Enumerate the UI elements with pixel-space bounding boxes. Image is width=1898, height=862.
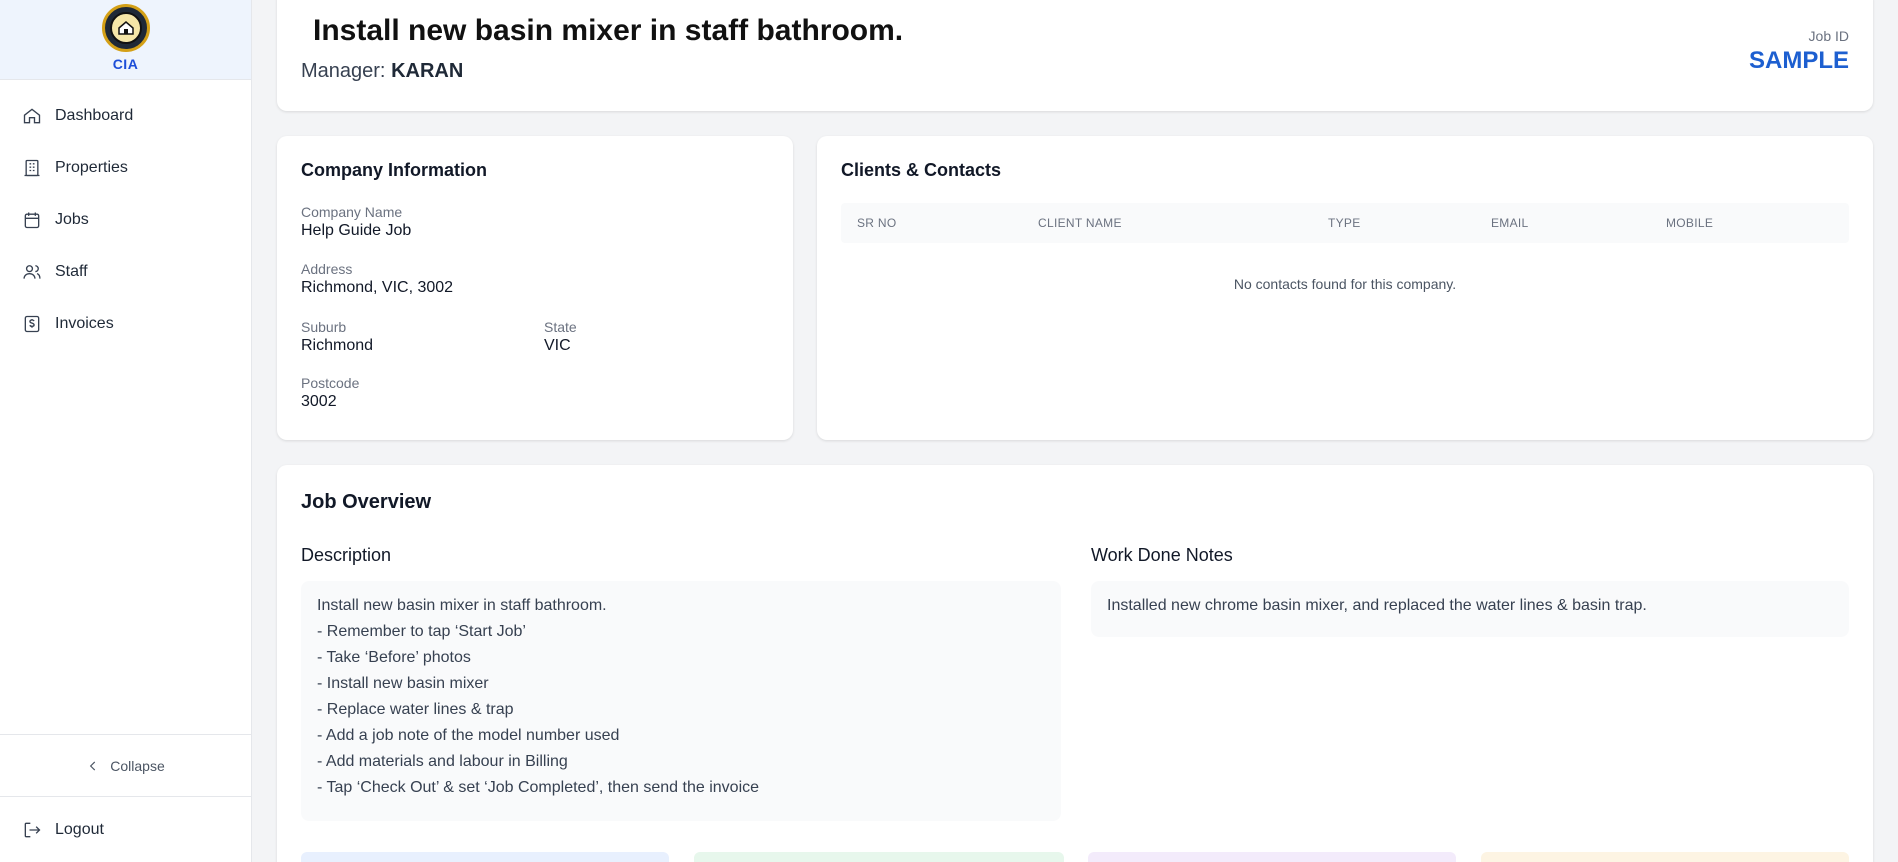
description-line: - Add a job note of the model number use… bbox=[317, 727, 620, 744]
stat-tile bbox=[1481, 852, 1849, 862]
home-icon bbox=[23, 108, 41, 124]
column-header-mobile[interactable]: MOBILE bbox=[1666, 216, 1713, 230]
stat-tile bbox=[301, 852, 669, 862]
column-header-email[interactable]: EMAIL bbox=[1491, 216, 1529, 230]
empty-contacts-message: No contacts found for this company. bbox=[1233, 276, 1457, 292]
postcode-field: Postcode 3002 bbox=[301, 375, 359, 411]
description-line: - Replace water lines & trap bbox=[317, 701, 514, 718]
logo-inner bbox=[109, 12, 142, 44]
field-value: 3002 bbox=[301, 393, 337, 410]
company-seal-logo[interactable] bbox=[101, 4, 150, 52]
page-title: Install new basin mixer in staff bathroo… bbox=[313, 14, 904, 47]
brand-area: CIA bbox=[0, 0, 251, 80]
sidebar-item-label: Dashboard bbox=[55, 107, 134, 124]
address-field: Address Richmond, VIC, 3002 bbox=[301, 261, 453, 297]
field-label: State bbox=[544, 319, 577, 335]
stat-tile bbox=[1088, 852, 1456, 862]
description-line: - Add materials and labour in Billing bbox=[317, 753, 568, 770]
description-line: - Remember to tap ‘Start Job’ bbox=[317, 623, 526, 640]
sidebar-nav: Dashboard Properties Jobs Staff Invoices bbox=[0, 80, 251, 734]
company-info-card: Company Information Company Name Help Gu… bbox=[277, 136, 793, 440]
field-value: Richmond, VIC, 3002 bbox=[301, 279, 454, 296]
stat-tile bbox=[694, 852, 1064, 862]
description-line: - Take ‘Before’ photos bbox=[317, 649, 471, 666]
sidebar-item-label: Invoices bbox=[55, 315, 114, 332]
work-notes-box: Installed new chrome basin mixer, and re… bbox=[1091, 581, 1849, 637]
field-value: VIC bbox=[544, 337, 571, 354]
job-overview-title: Job Overview bbox=[301, 491, 432, 513]
work-notes-title: Work Done Notes bbox=[1091, 545, 1233, 565]
collapse-button[interactable]: Collapse bbox=[0, 734, 251, 796]
job-header-card: Install new basin mixer in staff bathroo… bbox=[277, 0, 1873, 111]
job-id-value: SAMPLE bbox=[1748, 47, 1849, 74]
sidebar-item-label: Staff bbox=[55, 263, 88, 280]
manager-name: KARAN bbox=[391, 60, 464, 82]
logout-button[interactable]: Logout bbox=[0, 796, 251, 862]
invoice-icon bbox=[24, 315, 40, 333]
description-line: Install new basin mixer in staff bathroo… bbox=[317, 597, 607, 614]
column-header-client-name[interactable]: CLIENT NAME bbox=[1038, 216, 1122, 230]
job-overview-card: Job Overview Description Install new bas… bbox=[277, 465, 1873, 862]
field-label: Postcode bbox=[301, 375, 360, 391]
field-label: Company Name bbox=[301, 204, 403, 220]
building-icon bbox=[24, 159, 40, 177]
clients-contacts-card: Clients & Contacts SR NO CLIENT NAME TYP… bbox=[817, 136, 1873, 440]
users-icon bbox=[23, 265, 41, 279]
job-id-label: Job ID bbox=[1808, 28, 1849, 44]
sidebar-item-label: Properties bbox=[55, 159, 128, 176]
description-title: Description bbox=[301, 545, 392, 565]
chevron-left-icon bbox=[90, 761, 96, 770]
sidebar-item-properties[interactable]: Properties bbox=[0, 142, 251, 194]
sidebar: CIA Dashboard Properties Jobs Staff Invo… bbox=[0, 0, 252, 862]
sidebar-item-label: Jobs bbox=[55, 211, 89, 228]
contacts-table-header: SR NO CLIENT NAME TYPE EMAIL MOBILE bbox=[841, 203, 1849, 243]
field-value: Help Guide Job bbox=[301, 222, 412, 239]
sidebar-item-invoices[interactable]: Invoices bbox=[0, 298, 251, 350]
house-icon bbox=[117, 21, 134, 35]
company-name-field: Company Name Help Guide Job bbox=[301, 204, 411, 240]
suburb-field: Suburb Richmond bbox=[301, 319, 373, 355]
field-label: Address bbox=[301, 261, 353, 277]
field-label: Suburb bbox=[301, 319, 347, 335]
manager-line: Manager: KARAN bbox=[301, 60, 463, 83]
manager-label: Manager: bbox=[301, 60, 386, 82]
column-header-type[interactable]: TYPE bbox=[1328, 216, 1361, 230]
logout-icon bbox=[24, 822, 41, 837]
sidebar-item-dashboard[interactable]: Dashboard bbox=[0, 90, 251, 142]
company-info-title: Company Information bbox=[301, 160, 488, 180]
description-line: - Tap ‘Check Out’ & set ‘Job Completed’,… bbox=[317, 779, 760, 796]
sidebar-item-jobs[interactable]: Jobs bbox=[0, 194, 251, 246]
work-notes-text: Installed new chrome basin mixer, and re… bbox=[1107, 597, 1647, 614]
sidebar-item-staff[interactable]: Staff bbox=[0, 246, 251, 298]
description-line: - Install new basin mixer bbox=[317, 675, 489, 692]
calendar-icon bbox=[24, 212, 40, 229]
clients-title: Clients & Contacts bbox=[841, 160, 1002, 180]
field-value: Richmond bbox=[301, 337, 374, 354]
collapse-label: Collapse bbox=[110, 757, 165, 774]
description-box: Install new basin mixer in staff bathroo… bbox=[301, 581, 1061, 821]
logout-label: Logout bbox=[55, 820, 104, 838]
brand-name: CIA bbox=[112, 56, 139, 72]
column-header-sr-no[interactable]: SR NO bbox=[857, 216, 897, 230]
state-field: State VIC bbox=[544, 319, 577, 355]
